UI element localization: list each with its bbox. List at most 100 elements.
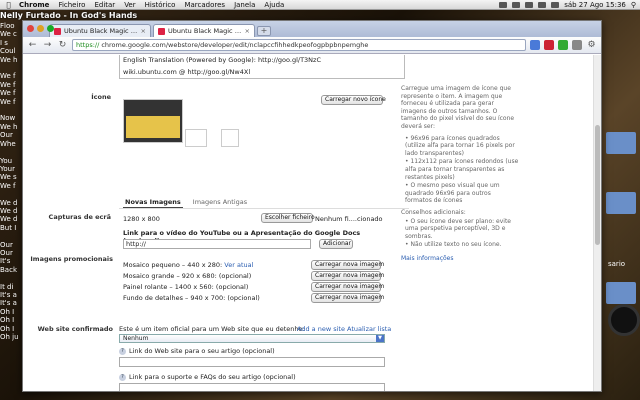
lyric-line: Back	[0, 265, 17, 274]
minimize-window-icon[interactable]	[37, 25, 44, 32]
list-item: 96x96 para ícones quadrados (utilize alf…	[405, 135, 519, 158]
new-tab-button[interactable]: +	[257, 26, 271, 36]
lyric-line	[0, 148, 24, 156]
folder-icon[interactable]	[606, 192, 636, 214]
lyric-line	[0, 274, 24, 282]
list-item: O mesmo peso visual que um quadrado 96x9…	[405, 182, 519, 205]
menu-historico[interactable]: Histórico	[145, 1, 176, 9]
tray-icon[interactable]	[499, 1, 508, 8]
youtube-url-input[interactable]: http://	[123, 239, 311, 249]
lyric-line: Our	[0, 131, 13, 140]
no-file-selected: Nenhum fi....cionado	[315, 215, 383, 223]
upload-promo-image-button[interactable]: Carregar nova imagem	[311, 293, 384, 303]
desktop-right-area: sario	[600, 22, 640, 400]
website-select[interactable]: Nenhum ▼	[119, 334, 385, 343]
site-link-row: ? Link do Web site para o seu artigo (op…	[119, 347, 275, 355]
lyric-line: Oh I	[0, 307, 15, 316]
extension-icon[interactable]	[530, 40, 540, 50]
website-label: Web site confirmado	[37, 325, 113, 333]
extension-icon[interactable]	[558, 40, 568, 50]
close-tab-icon[interactable]: ×	[141, 27, 146, 35]
support-link-input[interactable]	[119, 383, 385, 391]
folder-icon[interactable]	[606, 132, 636, 154]
view-current-link[interactable]: Ver atual	[224, 261, 253, 269]
spotlight-icon[interactable]: ⚲	[631, 1, 636, 9]
favicon-icon	[158, 27, 165, 35]
lyric-line: I s	[0, 38, 8, 47]
tray-icon[interactable]	[525, 1, 534, 8]
icon-label: Ícone	[91, 93, 111, 101]
tips-list: O seu ícone deve ser plano: evite uma pe…	[401, 218, 519, 249]
site-link-input[interactable]	[119, 357, 385, 367]
mac-menubar:  Chrome Ficheiro Editar Ver Histórico M…	[0, 0, 640, 10]
lyric-line: You	[0, 156, 13, 165]
help-icon[interactable]: ?	[119, 347, 126, 355]
extension-icon[interactable]	[572, 40, 582, 50]
promo-images-label: Imagens promocionais	[30, 255, 113, 263]
menu-app-chrome[interactable]: Chrome	[19, 1, 49, 9]
upload-promo-image-button[interactable]: Carregar nova imagem	[311, 282, 384, 292]
wrench-menu-icon[interactable]: ⚙	[586, 40, 597, 51]
list-item: O seu ícone deve ser plano: evite uma pe…	[405, 218, 519, 241]
tray-icon[interactable]	[538, 1, 547, 8]
lyric-line: It di	[0, 282, 14, 291]
volume-icon[interactable]	[551, 1, 560, 8]
apple-menu-icon[interactable]: 	[4, 1, 13, 9]
browser-window: Ubuntu Black Magic Theme ... × Ubuntu Bl…	[22, 20, 602, 392]
close-window-icon[interactable]	[27, 25, 34, 32]
menu-marcadores[interactable]: Marcadores	[184, 1, 225, 9]
menu-ajuda[interactable]: Ajuda	[264, 1, 284, 9]
reload-icon[interactable]: ↻	[57, 40, 68, 51]
chevron-down-icon: ▼	[376, 335, 384, 342]
folder-icon[interactable]	[606, 282, 636, 304]
add-video-button[interactable]: Adicionar	[319, 239, 353, 249]
add-site-link[interactable]: Add a new site	[297, 325, 345, 333]
tray-icon[interactable]	[512, 1, 521, 8]
lyric-line: We f	[0, 97, 16, 106]
close-tab-icon[interactable]: ×	[245, 27, 250, 35]
back-arrow-icon[interactable]: ←	[27, 40, 38, 51]
lyric-line: It's a	[0, 299, 17, 308]
scrollbar-thumb[interactable]	[595, 125, 600, 245]
lyric-line: We f	[0, 181, 16, 190]
tab-ubuntu-theme-1[interactable]: Ubuntu Black Magic Theme ... ×	[49, 24, 151, 37]
promo-row-text: Painel rolante – 1400 x 560: (opcional)	[123, 283, 249, 291]
tab-ubuntu-theme-2[interactable]: Ubuntu Black Magic Theme ... ×	[153, 24, 255, 37]
extension-icon[interactable]	[544, 40, 554, 50]
website-text: Este é um item oficial para um Web site …	[119, 325, 305, 333]
choose-file-button[interactable]: Escolher ficheiro	[261, 213, 315, 223]
lyric-line: Whe	[0, 139, 16, 148]
help-icon[interactable]: ?	[119, 373, 126, 381]
lyric-line: Oh I	[0, 324, 15, 333]
lyric-line: We d	[0, 206, 18, 215]
menu-ver[interactable]: Ver	[124, 1, 135, 9]
lyric-line: Oh I	[0, 316, 15, 325]
more-info-link[interactable]: Mais informações	[401, 255, 519, 263]
upload-promo-image-button[interactable]: Carregar nova imagem	[311, 260, 384, 270]
lyric-line: But I	[0, 223, 17, 232]
menubar-clock[interactable]: sáb 27 Ago 15:36	[564, 1, 626, 9]
lyric-line: We f	[0, 80, 16, 89]
desktop-item-label: sario	[608, 260, 626, 268]
icon-help-intro: Carregue uma imagem de ícone que represe…	[401, 85, 515, 130]
refresh-list-link[interactable]: Atualizar lista	[347, 325, 391, 333]
page-content: English Translation (Powered by Google):…	[23, 55, 601, 391]
forward-arrow-icon[interactable]: →	[42, 40, 53, 51]
screenshots-label: Capturas de ecrã	[48, 213, 111, 221]
promo-row-text: Mosaico grande – 920 x 680: (opcional)	[123, 272, 252, 280]
upload-promo-image-button[interactable]: Carregar nova imagem	[311, 271, 384, 281]
address-bar[interactable]: https:// chrome.google.com/webstore/deve…	[72, 39, 526, 51]
lyric-line: Floo	[0, 22, 15, 30]
vertical-scrollbar[interactable]	[593, 55, 601, 391]
upload-icon-button[interactable]: Carregar novo ícone	[321, 95, 386, 105]
description-textarea[interactable]: English Translation (Powered by Google):…	[119, 55, 405, 79]
menu-ficheiro[interactable]: Ficheiro	[58, 1, 85, 9]
lyric-line: Our	[0, 240, 13, 249]
zoom-window-icon[interactable]	[47, 25, 54, 32]
https-scheme: https://	[76, 41, 100, 49]
vinyl-record-icon[interactable]	[608, 304, 640, 336]
menu-janela[interactable]: Janela	[234, 1, 255, 9]
menu-editar[interactable]: Editar	[94, 1, 115, 9]
icon-help-sidebar: Carregue uma imagem de ícone que represe…	[401, 85, 519, 266]
lyric-line: We c	[0, 30, 17, 39]
